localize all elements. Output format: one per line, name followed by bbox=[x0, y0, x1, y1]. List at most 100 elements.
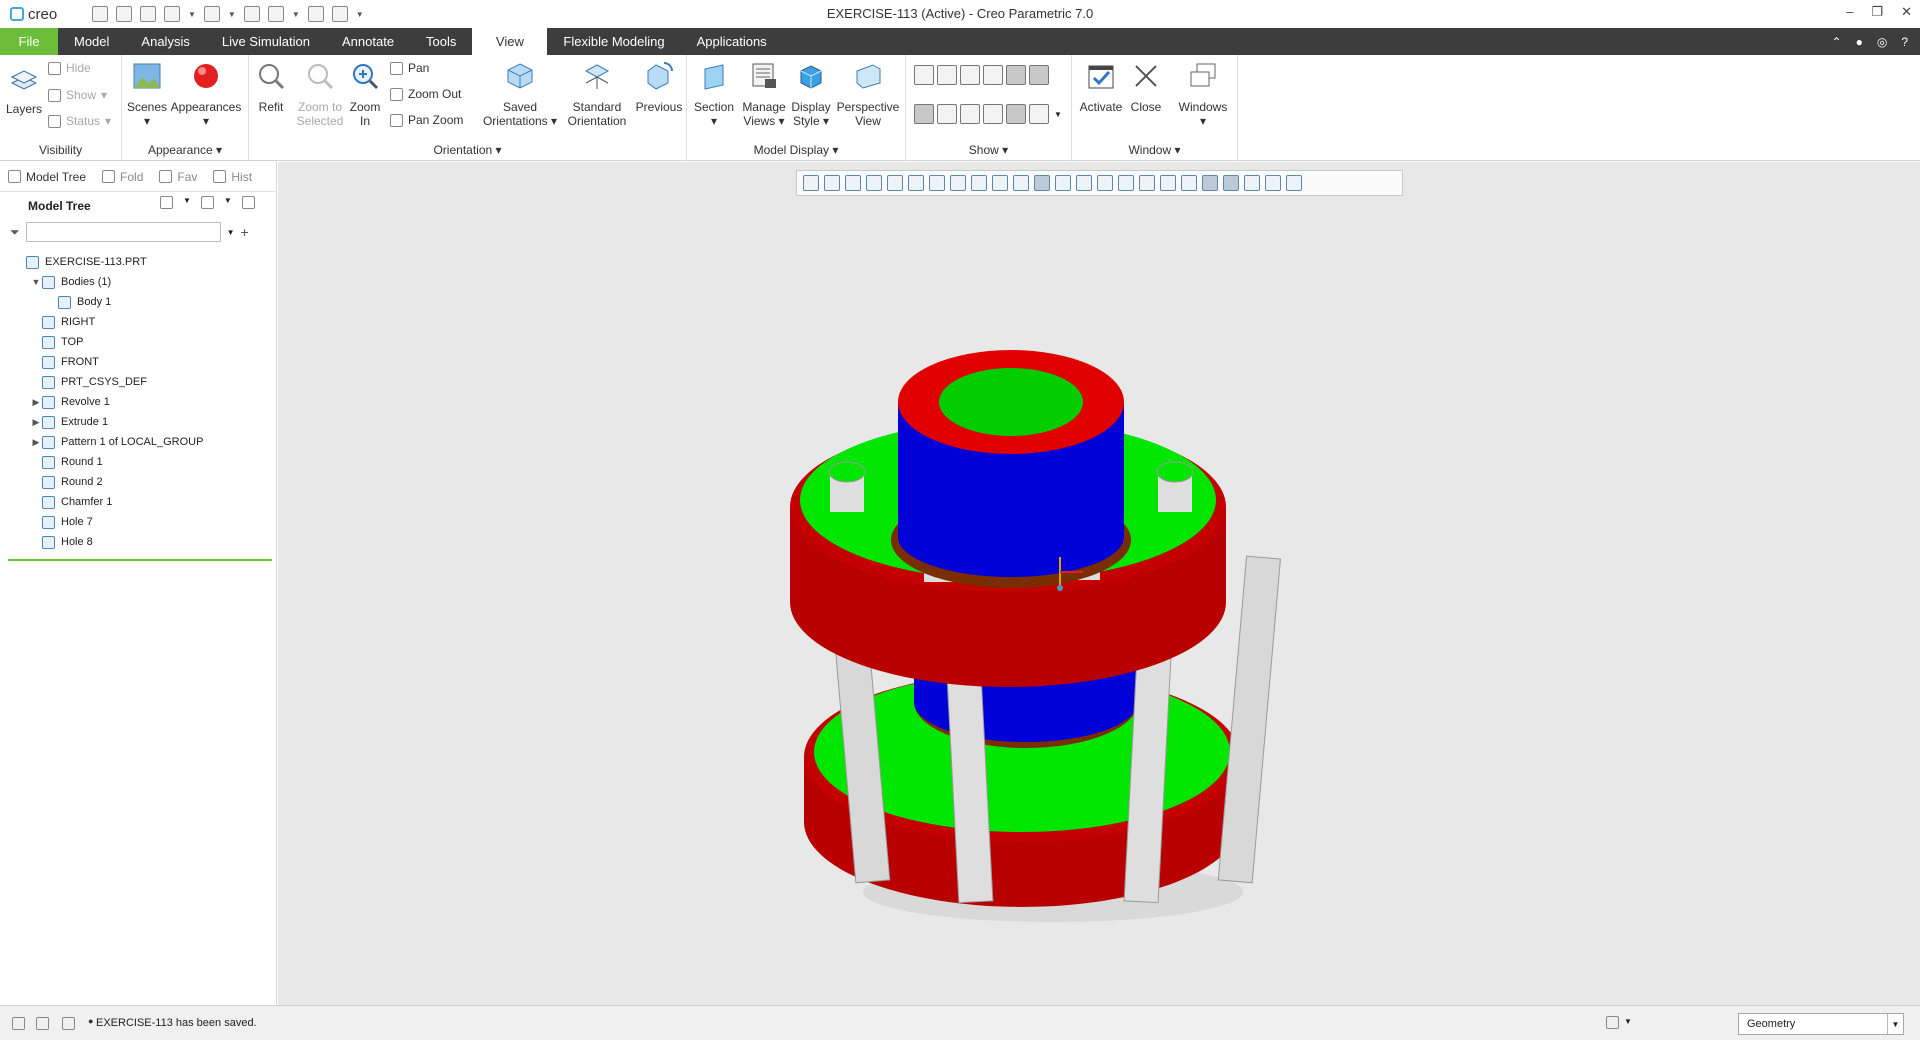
tree-node[interactable]: FRONT bbox=[0, 352, 277, 372]
show-axis-tag-icon[interactable] bbox=[937, 104, 957, 124]
show-spin-center-icon[interactable] bbox=[1006, 104, 1026, 124]
appearance-group-label[interactable]: Appearance ▾ bbox=[122, 143, 248, 157]
tree-node[interactable]: RIGHT bbox=[0, 312, 277, 332]
find-icon[interactable] bbox=[1606, 1016, 1619, 1029]
undo-icon[interactable] bbox=[164, 6, 180, 22]
tab-analysis[interactable]: Analysis bbox=[125, 28, 205, 55]
appearances-button[interactable]: Appearances ▾ bbox=[170, 61, 242, 128]
tree-twisty-icon[interactable]: ▶ bbox=[30, 417, 42, 428]
regenerate-icon[interactable] bbox=[243, 6, 260, 22]
tree-filter-settings-icon[interactable] bbox=[241, 196, 255, 209]
open-file-icon[interactable] bbox=[116, 6, 132, 22]
orientation-group-label[interactable]: Orientation ▾ bbox=[249, 143, 686, 157]
scenes-button[interactable]: Scenes ▾ bbox=[126, 61, 168, 128]
tab-file[interactable]: File bbox=[0, 28, 58, 55]
show-csys-display-icon[interactable] bbox=[983, 65, 1003, 85]
show-point-tag-icon[interactable] bbox=[1029, 65, 1049, 85]
display-style-button[interactable]: Display Style ▾ bbox=[789, 61, 833, 128]
filter-dropdown-icon[interactable]: ▼ bbox=[227, 228, 235, 237]
tree-node[interactable]: EXERCISE-113.PRT bbox=[0, 252, 277, 272]
show-plane-display-icon[interactable] bbox=[914, 65, 934, 85]
tab-applications[interactable]: Applications bbox=[681, 28, 783, 55]
pan-zoom-button[interactable]: Pan Zoom bbox=[390, 113, 463, 127]
tree-twisty-icon[interactable]: ▶ bbox=[30, 397, 42, 408]
perspective-view-button[interactable]: Perspective View bbox=[833, 61, 903, 128]
tab-tools[interactable]: Tools bbox=[410, 28, 472, 55]
redo-dropdown-icon[interactable]: ▼ bbox=[228, 10, 236, 19]
windows-dropdown-icon[interactable]: ▼ bbox=[292, 10, 300, 19]
window-group-label[interactable]: Window ▾ bbox=[1072, 143, 1237, 157]
tree-node[interactable]: Hole 8 bbox=[0, 532, 277, 552]
close-window-icon[interactable] bbox=[331, 6, 348, 22]
refit-button[interactable]: Refit bbox=[251, 61, 291, 114]
hide-button[interactable]: Hide bbox=[48, 61, 91, 75]
tree-node[interactable]: ▶ Revolve 1 bbox=[0, 392, 277, 412]
show-point-display-icon[interactable] bbox=[960, 65, 980, 85]
windows-button[interactable]: Windows ▾ bbox=[1172, 61, 1234, 128]
graphics-window[interactable] bbox=[278, 162, 1920, 1005]
section-button[interactable]: Section ▾ bbox=[691, 61, 737, 128]
close-icon[interactable]: ✕ bbox=[1901, 4, 1912, 20]
undo-dropdown-icon[interactable]: ▼ bbox=[188, 10, 196, 19]
tree-settings-dropdown-icon[interactable]: ▼ bbox=[183, 196, 191, 209]
zoom-in-button[interactable]: Zoom In bbox=[347, 61, 383, 128]
tree-node[interactable]: PRT_CSYS_DEF bbox=[0, 372, 277, 392]
status-button[interactable]: Status ▾ bbox=[48, 114, 111, 128]
tree-settings-icon[interactable] bbox=[160, 196, 173, 209]
save-icon[interactable] bbox=[140, 6, 156, 22]
switch-window-icon[interactable] bbox=[307, 6, 324, 22]
show-axis-display-icon[interactable] bbox=[937, 65, 957, 85]
zoom-to-selected-button[interactable]: Zoom to Selected bbox=[291, 61, 349, 128]
selection-filter-dropdown[interactable]: Geometry ▼ bbox=[1738, 1013, 1904, 1035]
notification-icon[interactable]: ● bbox=[1856, 35, 1863, 49]
show-button[interactable]: Show ▾ bbox=[48, 88, 107, 102]
tree-node[interactable]: Hole 7 bbox=[0, 512, 277, 532]
minimize-icon[interactable]: – bbox=[1846, 4, 1853, 20]
tab-favorites[interactable]: Fav bbox=[151, 162, 205, 192]
pan-button[interactable]: Pan bbox=[390, 61, 429, 75]
tree-columns-dropdown-icon[interactable]: ▼ bbox=[224, 196, 232, 209]
restore-icon[interactable]: ❐ bbox=[1871, 4, 1883, 20]
filter-funnel-icon[interactable]: ⏷ bbox=[10, 225, 20, 240]
new-file-icon[interactable] bbox=[92, 6, 108, 22]
layers-button[interactable]: Layers bbox=[4, 63, 44, 116]
zoom-out-button[interactable]: Zoom Out bbox=[390, 87, 461, 101]
tree-node[interactable]: Round 2 bbox=[0, 472, 277, 492]
help-icon[interactable]: ? bbox=[1901, 35, 1908, 49]
manage-views-button[interactable]: Manage Views ▾ bbox=[739, 61, 789, 128]
tab-annotate[interactable]: Annotate bbox=[326, 28, 410, 55]
tree-node[interactable]: Body 1 bbox=[0, 292, 277, 312]
tree-twisty-icon[interactable]: ▼ bbox=[30, 277, 42, 287]
show-group-label[interactable]: Show ▾ bbox=[906, 143, 1071, 157]
tab-model[interactable]: Model bbox=[58, 28, 125, 55]
activate-button[interactable]: Activate bbox=[1076, 61, 1126, 114]
show-plane-tag-display-icon[interactable] bbox=[914, 104, 934, 124]
tab-model-tree[interactable]: Model Tree bbox=[0, 162, 94, 192]
tab-folder-browser[interactable]: Fold bbox=[94, 162, 151, 192]
tree-node[interactable]: TOP bbox=[0, 332, 277, 352]
standard-orientation-button[interactable]: Standard Orientation bbox=[561, 61, 633, 128]
customize-toolbar-icon[interactable]: ▼ bbox=[356, 10, 364, 19]
tab-flexible-modeling[interactable]: Flexible Modeling bbox=[547, 28, 680, 55]
redo-icon[interactable] bbox=[203, 6, 220, 22]
search-icon[interactable]: ◎ bbox=[1877, 35, 1887, 49]
tree-node[interactable]: ▼ Bodies (1) bbox=[0, 272, 277, 292]
tree-node[interactable]: Chamfer 1 bbox=[0, 492, 277, 512]
tree-search-input[interactable] bbox=[25, 222, 221, 242]
navigator-toggle-icon[interactable] bbox=[12, 1017, 25, 1030]
fullscreen-icon[interactable] bbox=[62, 1017, 75, 1030]
collapse-ribbon-icon[interactable]: ⌃ bbox=[1832, 35, 1842, 49]
previous-button[interactable]: Previous bbox=[633, 61, 685, 114]
model-display-group-label[interactable]: Model Display ▾ bbox=[687, 143, 905, 157]
tab-live-simulation[interactable]: Live Simulation bbox=[206, 28, 326, 55]
tab-view[interactable]: View bbox=[472, 28, 548, 55]
tree-node[interactable]: ▶ Pattern 1 of LOCAL_GROUP bbox=[0, 432, 277, 452]
tab-history[interactable]: Hist bbox=[205, 162, 260, 192]
show-plane-tag-icon[interactable] bbox=[1006, 65, 1026, 85]
windows-icon[interactable] bbox=[267, 6, 284, 22]
saved-orientations-button[interactable]: Saved Orientations ▾ bbox=[479, 61, 561, 128]
find-dropdown-icon[interactable]: ▼ bbox=[1624, 1017, 1632, 1026]
show-csys-tag-icon[interactable] bbox=[983, 104, 1003, 124]
show-point-tag-display-icon[interactable] bbox=[960, 104, 980, 124]
show-more-dropdown-icon[interactable]: ▼ bbox=[1054, 110, 1062, 119]
